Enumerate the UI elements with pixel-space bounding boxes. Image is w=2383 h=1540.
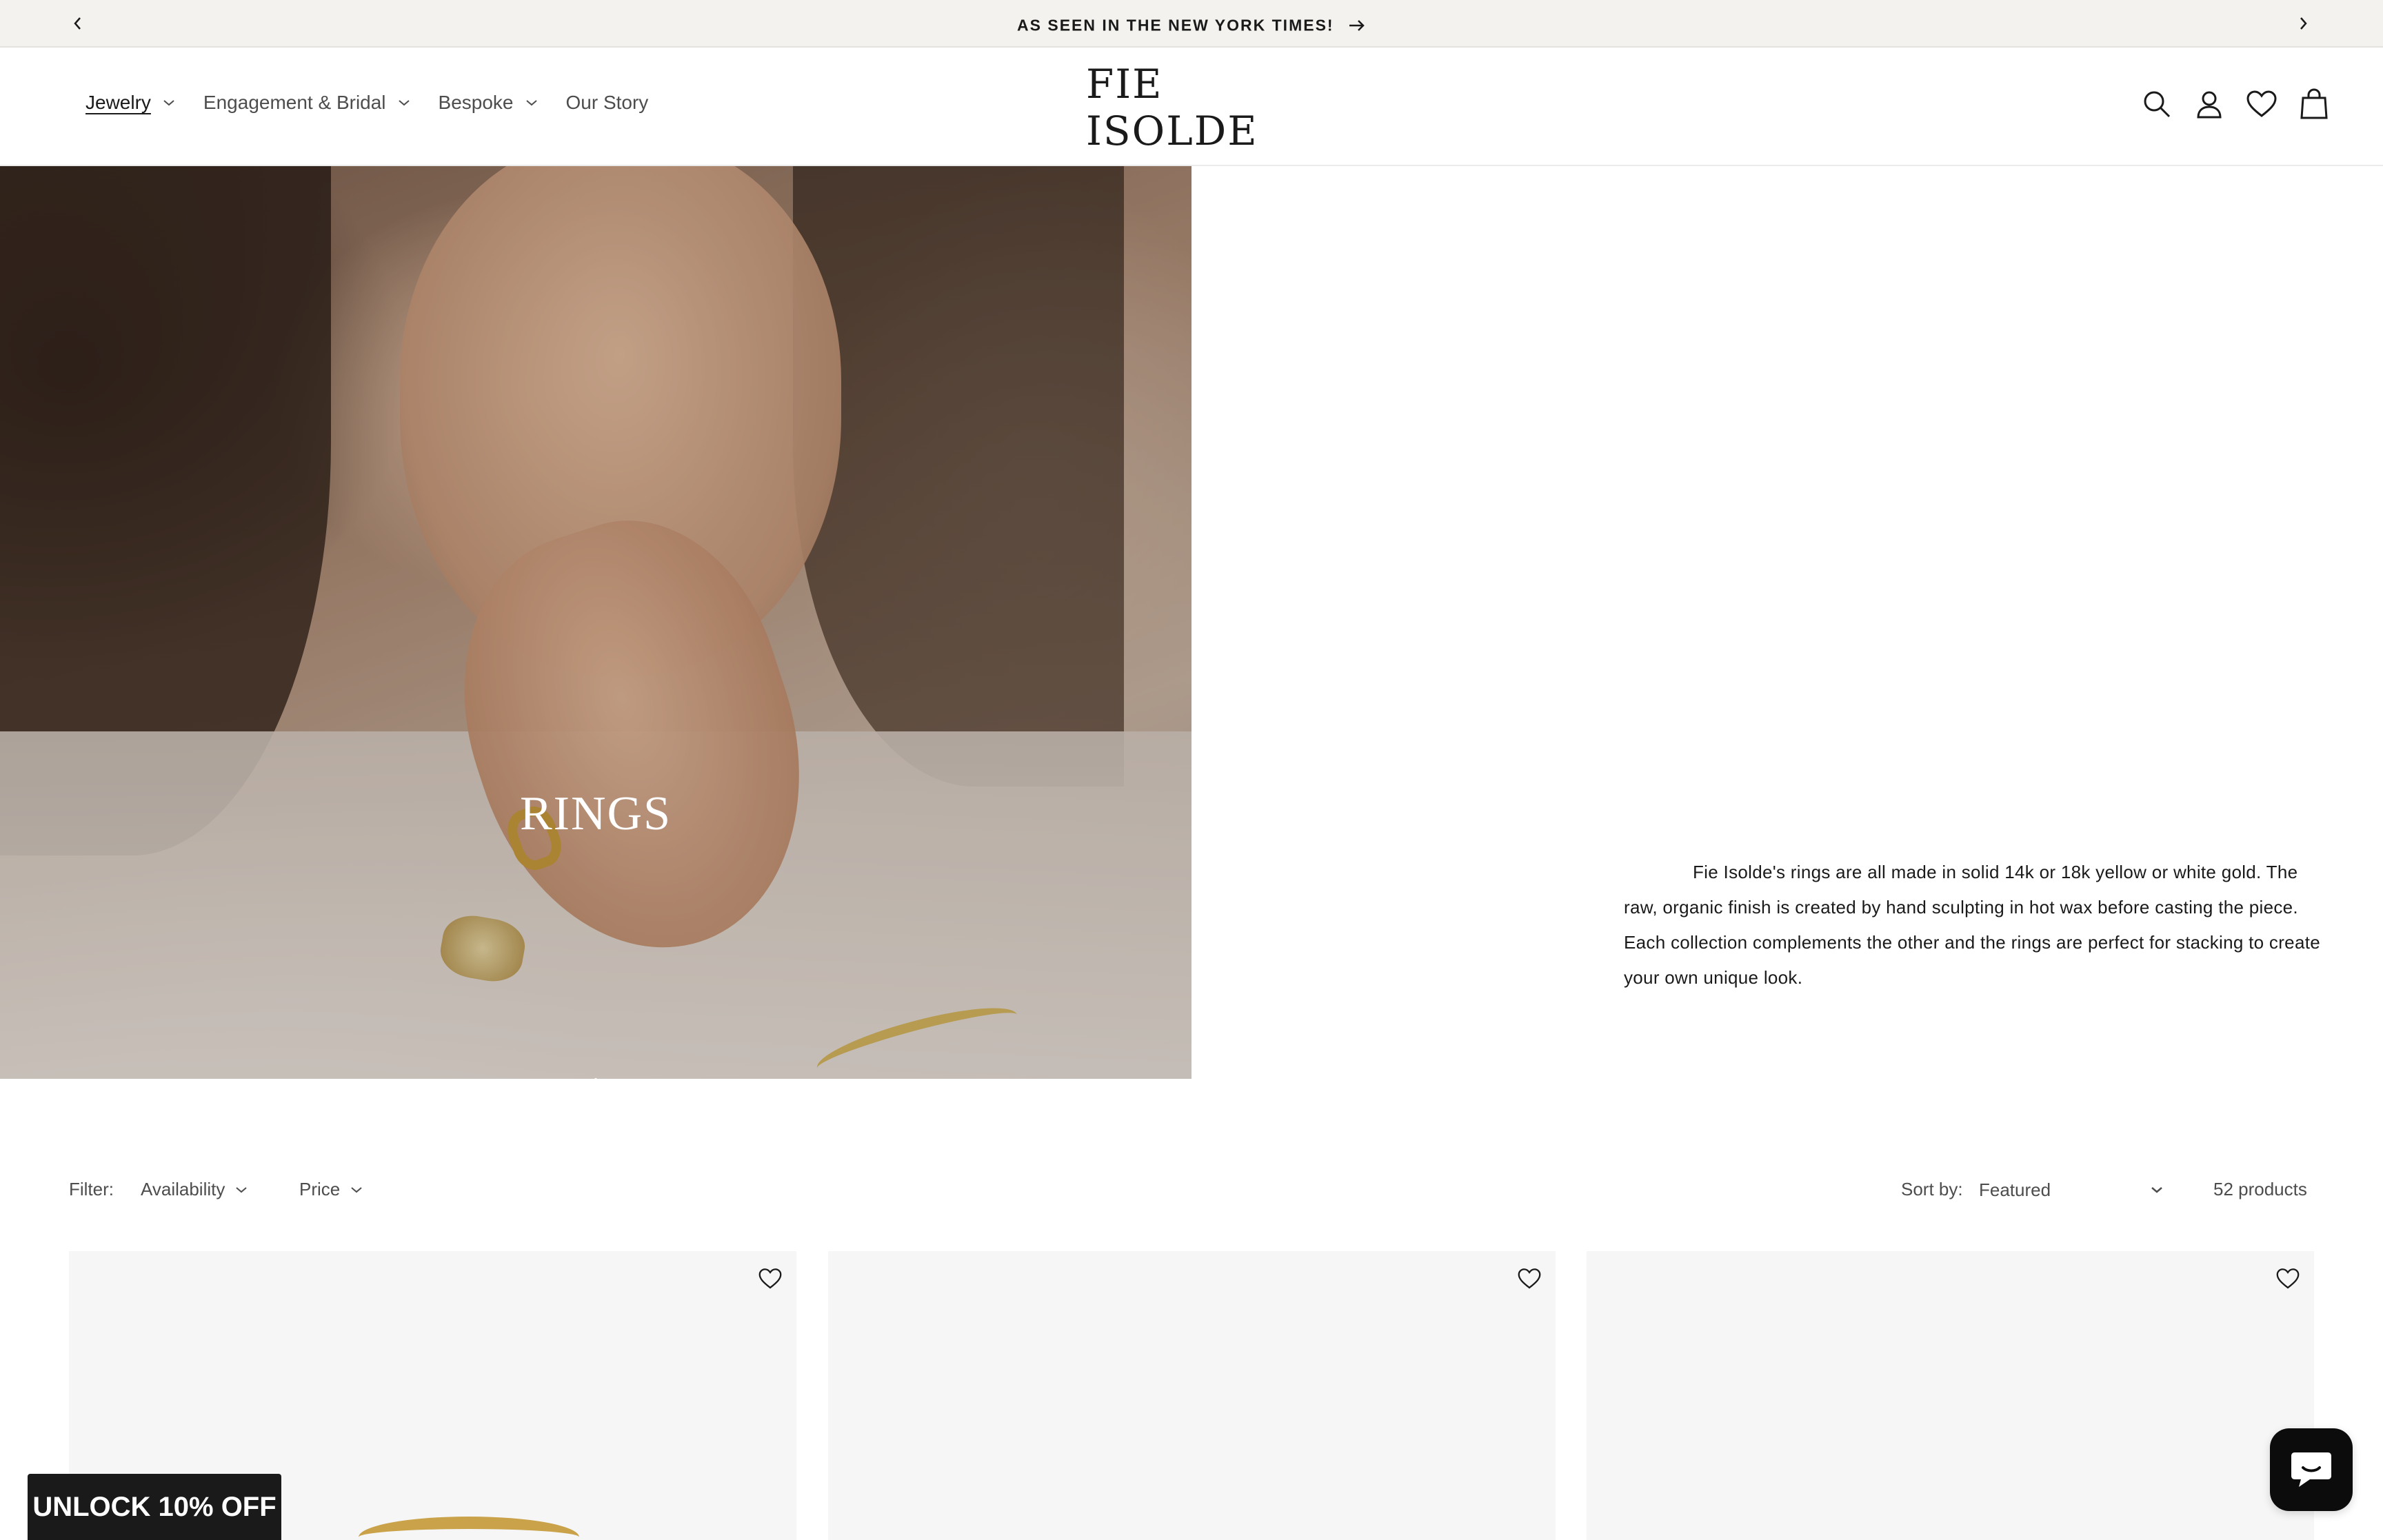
add-to-wishlist-button[interactable] [2273, 1264, 2303, 1294]
wishlist-heart-icon [2246, 90, 2277, 117]
announcement-link[interactable]: AS SEEN IN THE NEW YORK TIMES! [0, 15, 2383, 34]
hero-image: RINGS [0, 166, 1192, 1079]
announcement-text: AS SEEN IN THE NEW YORK TIMES! [1017, 16, 1334, 34]
nav-our-story[interactable]: Our Story [566, 92, 649, 114]
heart-icon [2276, 1268, 2300, 1289]
heart-icon [758, 1268, 782, 1289]
nav-engagement-label: Engagement & Bridal [203, 92, 386, 113]
chevron-down-icon [2151, 1187, 2162, 1193]
nav-jewelry[interactable]: Jewelry [86, 92, 176, 114]
filter-price-label: Price [299, 1179, 341, 1199]
product-card[interactable] [828, 1251, 1556, 1540]
heart-icon [1518, 1268, 1541, 1289]
nav-our-story-label: Our Story [565, 92, 649, 113]
search-icon [2144, 91, 2171, 118]
nav-jewelry-label: Jewelry [86, 92, 151, 113]
chevron-right-icon [2300, 17, 2307, 30]
site-logo[interactable]: FIE ISOLDE [1086, 61, 1300, 154]
sort-select[interactable]: Featured [1979, 1172, 2172, 1208]
product-image [359, 1517, 579, 1540]
sort-label: Sort by: [1901, 1179, 1963, 1199]
cart-bag-icon [2300, 88, 2328, 119]
header-icons [2124, 85, 2333, 123]
product-count: 52 products [2213, 1179, 2307, 1199]
add-to-wishlist-button[interactable] [1514, 1264, 1545, 1294]
chevron-down-icon [351, 1186, 362, 1193]
filter-price[interactable]: Price [299, 1179, 363, 1200]
chevron-down-icon [398, 100, 410, 106]
filter-availability-label: Availability [141, 1179, 225, 1199]
scroll-down-button[interactable] [579, 1076, 612, 1079]
sort-value: Featured [1979, 1179, 2051, 1200]
chat-button[interactable] [2270, 1428, 2353, 1511]
account-icon [2197, 91, 2222, 119]
arrow-down-icon [594, 1078, 597, 1079]
announcement-bar: AS SEEN IN THE NEW YORK TIMES! [0, 0, 2383, 48]
arrow-right-icon [1349, 20, 1365, 31]
hero-title: RINGS [519, 787, 672, 840]
main-navigation: Jewelry Engagement & Bridal Bespoke Our … [86, 92, 676, 114]
search-button[interactable] [2138, 85, 2176, 123]
filter-label: Filter: [69, 1179, 114, 1199]
account-button[interactable] [2190, 85, 2229, 123]
cart-button[interactable] [2295, 85, 2333, 123]
filter-bar: Filter: Availability Price Sort by: Feat… [0, 1172, 2383, 1208]
announcement-next-button[interactable] [2289, 10, 2317, 37]
collection-description: Fie Isolde's rings are all made in solid… [1624, 862, 2320, 988]
site-header: Jewelry Engagement & Bridal Bespoke Our … [0, 48, 2383, 166]
add-to-wishlist-button[interactable] [755, 1264, 785, 1294]
chevron-down-icon [525, 100, 537, 106]
product-card[interactable] [1587, 1251, 2314, 1540]
chevron-down-icon [236, 1186, 248, 1193]
unlock-discount-button[interactable]: UNLOCK 10% OFF [28, 1474, 281, 1540]
filter-availability[interactable]: Availability [141, 1179, 248, 1200]
chat-bubble-icon [2291, 1452, 2331, 1487]
nav-bespoke-label: Bespoke [438, 92, 514, 113]
chevron-down-icon [163, 100, 174, 106]
nav-engagement-bridal[interactable]: Engagement & Bridal [203, 92, 411, 114]
wishlist-button[interactable] [2242, 85, 2281, 123]
nav-bespoke[interactable]: Bespoke [439, 92, 539, 114]
